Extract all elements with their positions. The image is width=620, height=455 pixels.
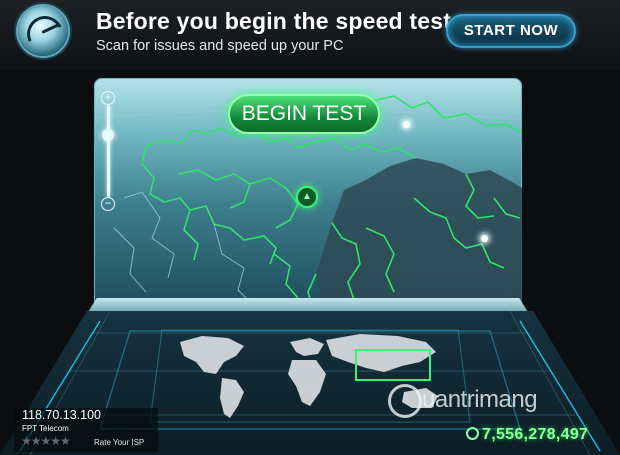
speedometer-arc [21, 10, 69, 58]
ip-address: 118.70.13.100 [22, 408, 102, 422]
start-now-button[interactable]: START NOW [446, 14, 576, 48]
server-map-panel[interactable]: + − BEGIN TEST ▲ [94, 78, 522, 306]
watermark-text: uantrimang [422, 386, 538, 413]
server-dot[interactable] [403, 121, 410, 128]
isp-name: FPT Telecom [22, 424, 69, 433]
zoom-track [107, 105, 110, 197]
triangle-up-icon: ▲ [302, 191, 312, 202]
speedometer-logo [18, 6, 69, 58]
selected-server-marker[interactable]: ▲ [296, 186, 318, 208]
banner-title: Before you begin the speed test: [96, 8, 459, 34]
rate-isp-link[interactable]: Rate Your ISP [94, 438, 144, 447]
begin-test-button[interactable]: BEGIN TEST [228, 94, 380, 134]
zoom-slider[interactable]: + − [101, 91, 115, 211]
tests-counter: 7,556,278,497 [466, 426, 588, 444]
zoom-out-icon[interactable]: − [101, 197, 115, 211]
zoom-thumb[interactable] [102, 129, 114, 141]
banner-subtitle: Scan for issues and speed up your PC [96, 38, 344, 54]
isp-info-box: 118.70.13.100 FPT Telecom ★★★★★ Rate You… [14, 408, 158, 452]
rating-stars[interactable]: ★★★★★ [21, 434, 71, 448]
globe-icon [466, 427, 479, 440]
screen-rim [88, 298, 528, 312]
tests-count-value: 7,556,278,497 [482, 426, 589, 443]
promo-banner: Before you begin the speed test: Scan fo… [0, 0, 620, 70]
zoom-in-icon[interactable]: + [101, 91, 115, 105]
server-dot[interactable] [481, 235, 488, 242]
